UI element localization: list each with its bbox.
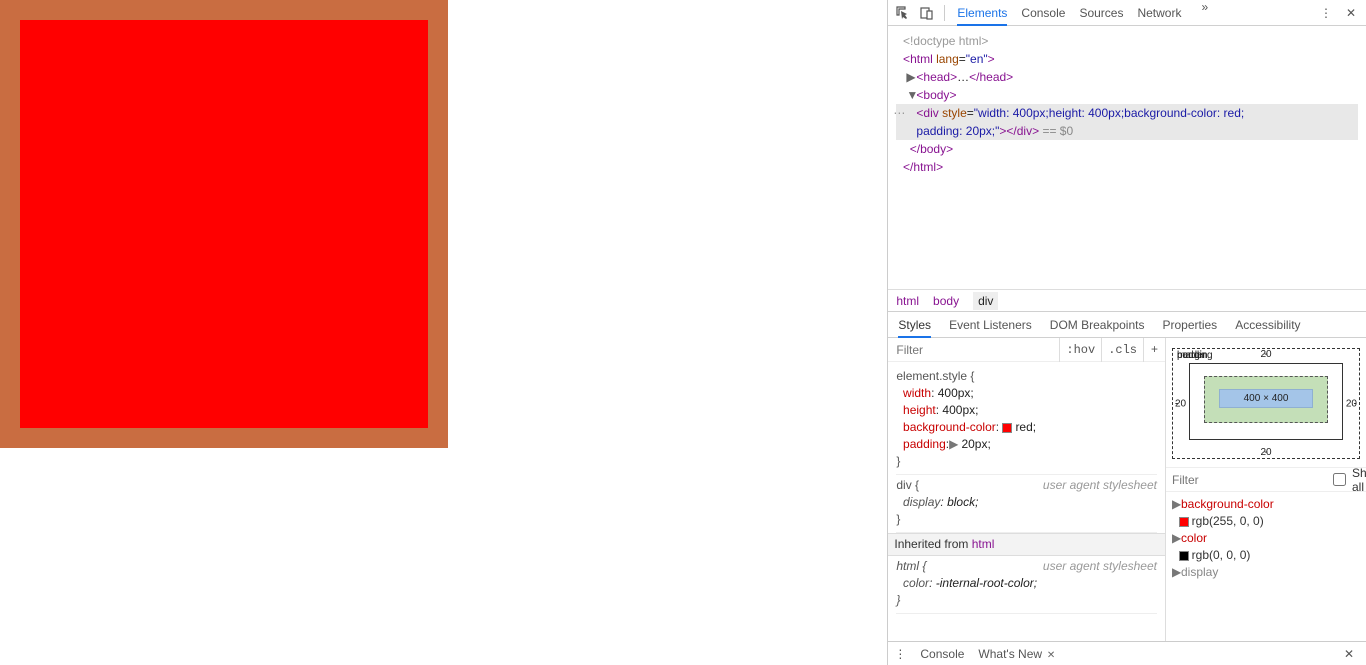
hov-toggle[interactable]: :hov: [1059, 338, 1101, 362]
drawer-close-icon[interactable]: ✕: [1338, 647, 1360, 661]
tab-network[interactable]: Network: [1137, 0, 1181, 26]
computed-filter-input[interactable]: [1172, 473, 1327, 487]
inspect-icon[interactable]: [892, 3, 914, 23]
close-devtools-icon[interactable]: ✕: [1340, 6, 1362, 20]
styles-filter-input[interactable]: [888, 339, 1059, 361]
expand-icon[interactable]: ▶: [906, 68, 916, 86]
content-box: [20, 20, 428, 428]
color-swatch-icon[interactable]: [1002, 423, 1012, 433]
devtools-toolbar: Elements Console Sources Network » ⋮ ✕: [888, 0, 1366, 26]
crumb-body[interactable]: body: [933, 294, 959, 308]
expand-icon[interactable]: ▼: [906, 86, 916, 104]
expand-icon[interactable]: ▶: [1172, 530, 1181, 547]
inherited-section: Inherited from html: [888, 533, 1165, 556]
expand-icon[interactable]: ▶: [949, 436, 958, 453]
html-tag[interactable]: html: [910, 52, 933, 66]
box-content: 400 × 400: [1219, 389, 1313, 408]
tabs-overflow-icon[interactable]: »: [1195, 0, 1214, 26]
expand-icon[interactable]: ▶: [1172, 496, 1181, 513]
new-style-rule-icon[interactable]: +: [1143, 338, 1165, 362]
inherited-link[interactable]: html: [972, 537, 995, 551]
tab-sources[interactable]: Sources: [1079, 0, 1123, 26]
breadcrumb: html body div: [888, 290, 1366, 312]
show-all-checkbox[interactable]: [1333, 473, 1346, 486]
device-toolbar-icon[interactable]: [916, 3, 938, 23]
drawer-tab-whatsnew[interactable]: What's New ✕: [978, 647, 1055, 661]
crumb-html[interactable]: html: [896, 294, 919, 308]
selected-node[interactable]: ⋯ <div style="width: 400px;height: 400px…: [896, 104, 1358, 122]
devtools-tabs: Elements Console Sources Network »: [951, 0, 1214, 26]
close-icon[interactable]: ✕: [1044, 650, 1055, 661]
head-tag[interactable]: head: [923, 70, 950, 84]
rule-div-uas[interactable]: div {user agent stylesheet display: bloc…: [896, 475, 1157, 533]
subtab-dom-breakpoints[interactable]: DOM Breakpoints: [1050, 318, 1145, 332]
settings-icon[interactable]: ⋮: [1314, 6, 1338, 20]
devtools-panel: Elements Console Sources Network » ⋮ ✕ <…: [887, 0, 1366, 665]
drawer-menu-icon[interactable]: ⋮: [894, 647, 906, 661]
subtab-accessibility[interactable]: Accessibility: [1235, 318, 1300, 332]
box-padding-label: padding: [1177, 350, 1213, 361]
subtab-properties[interactable]: Properties: [1162, 318, 1217, 332]
crumb-div[interactable]: div: [973, 292, 998, 310]
styles-pane: :hov .cls + element.style { width: 400px…: [888, 338, 1166, 641]
ua-stylesheet-label: user agent stylesheet: [1043, 477, 1157, 494]
styles-tabs: Styles Event Listeners DOM Breakpoints P…: [888, 312, 1366, 338]
color-swatch-icon: [1179, 551, 1189, 561]
subtab-styles[interactable]: Styles: [898, 312, 931, 338]
rule-element-style[interactable]: element.style { width: 400px; height: 40…: [896, 366, 1157, 475]
subtab-event-listeners[interactable]: Event Listeners: [949, 318, 1032, 332]
drawer-toolbar: ⋮ Console What's New ✕ ✕: [888, 641, 1366, 665]
box-model[interactable]: margin ---- border ---- padding 20202020…: [1166, 338, 1366, 468]
doctype: <!doctype html>: [903, 34, 988, 48]
rendered-page: [0, 0, 887, 665]
tab-console[interactable]: Console: [1021, 0, 1065, 26]
computed-properties[interactable]: ▶background-color rgb(255, 0, 0) ▶color …: [1166, 492, 1366, 585]
tab-elements[interactable]: Elements: [957, 0, 1007, 26]
body-tag[interactable]: body: [923, 88, 949, 102]
dom-tree[interactable]: <!doctype html> <html lang="en"> ▶<head>…: [888, 26, 1366, 290]
drawer-tab-console[interactable]: Console: [920, 647, 964, 661]
expand-icon[interactable]: ▶: [1172, 564, 1181, 581]
computed-pane: margin ---- border ---- padding 20202020…: [1166, 338, 1366, 641]
show-all-label: Show all: [1352, 466, 1366, 494]
padding-overlay: [0, 0, 448, 448]
rule-html-uas[interactable]: html {user agent stylesheet color: -inte…: [896, 556, 1157, 614]
color-swatch-icon: [1179, 517, 1189, 527]
dollar-zero: == $0: [1042, 124, 1073, 138]
cls-toggle[interactable]: .cls: [1101, 338, 1143, 362]
